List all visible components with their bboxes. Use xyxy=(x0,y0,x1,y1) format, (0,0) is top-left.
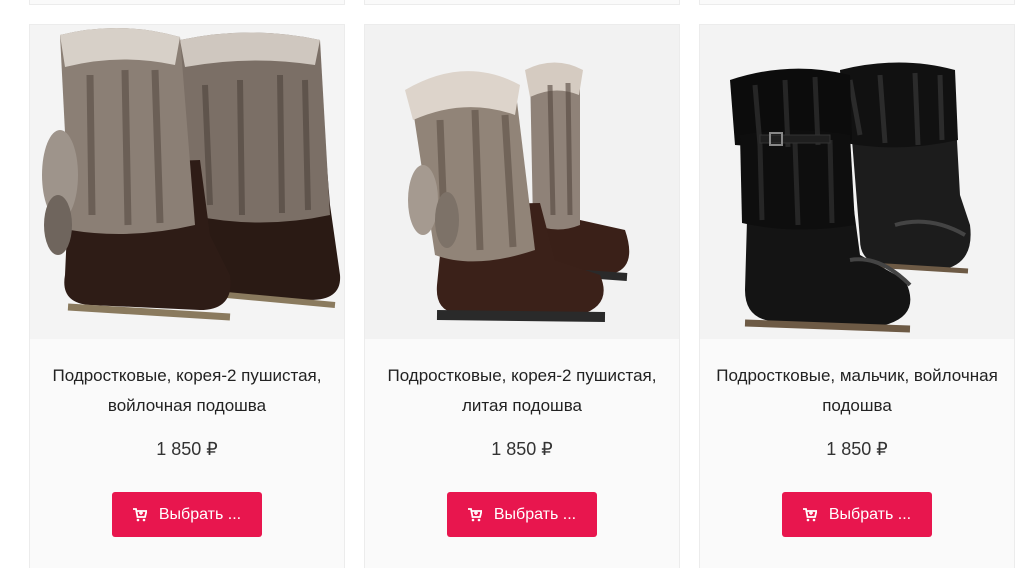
product-price: 1 850 ₽ xyxy=(156,439,218,459)
product-grid: Подростковые, корея-2 пушистая, войлочна… xyxy=(0,0,1029,568)
select-button[interactable]: Выбрать ... xyxy=(112,492,262,537)
product-title[interactable]: Подростковые, корея-2 пушистая, войлочна… xyxy=(42,361,332,421)
select-button-label: Выбрать ... xyxy=(828,505,912,523)
cart-icon xyxy=(132,507,147,521)
product-image[interactable] xyxy=(30,25,344,339)
cart-icon xyxy=(802,507,817,521)
previous-row-card-edge xyxy=(29,0,345,5)
previous-row-card-edge xyxy=(699,0,1015,5)
product-title[interactable]: Подростковые, мальчик, войлочная подошва xyxy=(712,361,1002,421)
select-button-label: Выбрать ... xyxy=(158,505,242,523)
cart-icon xyxy=(467,507,482,521)
product-price: 1 850 ₽ xyxy=(491,439,553,459)
fur-boots-image xyxy=(365,25,679,339)
product-price: 1 850 ₽ xyxy=(826,439,888,459)
leather-boots-image xyxy=(700,25,1014,339)
fur-boots-image xyxy=(30,25,344,339)
select-button[interactable]: Выбрать ... xyxy=(447,492,597,537)
select-button-label: Выбрать ... xyxy=(493,505,577,523)
select-button[interactable]: Выбрать ... xyxy=(782,492,932,537)
product-card[interactable]: Подростковые, мальчик, войлочная подошва… xyxy=(699,24,1015,568)
product-image[interactable] xyxy=(365,25,679,339)
previous-row-card-edge xyxy=(364,0,680,5)
product-card[interactable]: Подростковые, корея-2 пушистая, войлочна… xyxy=(29,24,345,568)
product-title[interactable]: Подростковые, корея-2 пушистая, литая по… xyxy=(377,361,667,421)
product-card[interactable]: Подростковые, корея-2 пушистая, литая по… xyxy=(364,24,680,568)
product-image[interactable] xyxy=(700,25,1014,339)
